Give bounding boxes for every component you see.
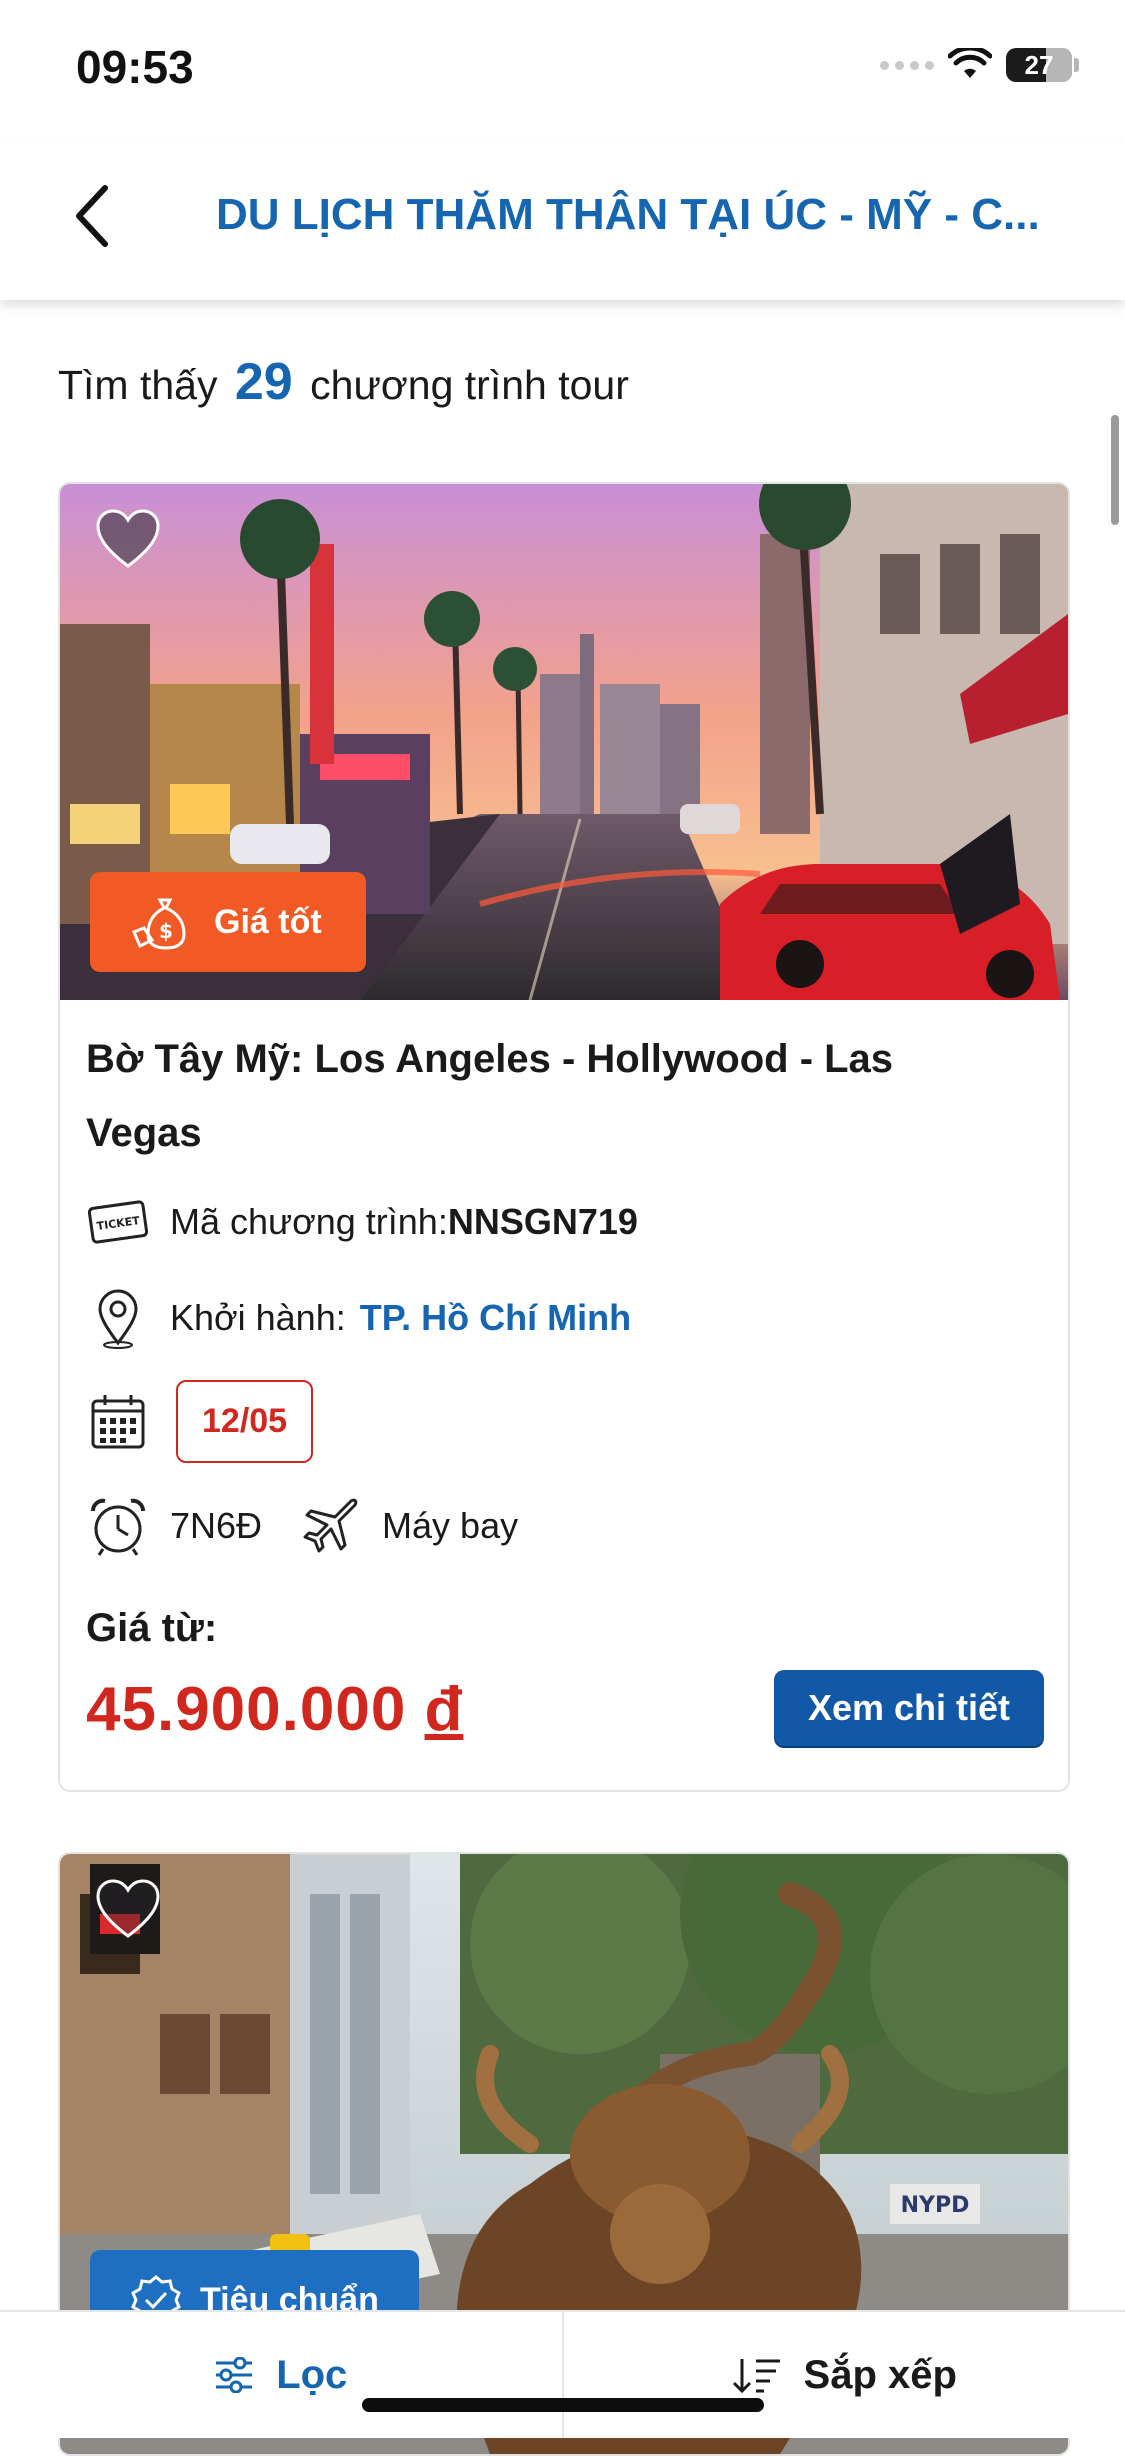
- status-time: 09:53: [76, 40, 194, 94]
- wifi-icon: [948, 48, 992, 82]
- results-summary: Tìm thấy 29 chương trình tour: [58, 352, 629, 412]
- top-nav-bar: DU LỊCH THĂM THÂN TẠI ÚC - MỸ - C...: [0, 140, 1125, 300]
- price-amount: 45.900.000: [86, 1675, 406, 1744]
- departure-row: Khởi hành: TP. Hồ Chí Minh: [86, 1286, 631, 1350]
- calendar-icon: [89, 1393, 147, 1451]
- tour-card[interactable]: $ Giá tốt Bờ Tây Mỹ: Los Angeles - Holly…: [58, 482, 1070, 1792]
- status-bar: 09:53 27: [0, 0, 1125, 140]
- alarm-clock-icon: [87, 1495, 149, 1557]
- filter-button[interactable]: Lọc: [0, 2312, 564, 2438]
- sort-label: Sắp xếp: [804, 2353, 957, 2398]
- sort-button[interactable]: Sắp xếp: [564, 2312, 1125, 2438]
- departure-city: TP. Hồ Chí Minh: [360, 1297, 631, 1339]
- departure-label: Khởi hành:: [170, 1297, 346, 1339]
- price-label: Giá từ:: [86, 1606, 217, 1651]
- badge-label: Giá tốt: [214, 903, 322, 942]
- tour-code-label: Mã chương trình:: [170, 1201, 448, 1243]
- filter-sliders-icon: [214, 2357, 254, 2393]
- location-pin-icon: [92, 1287, 144, 1349]
- favorite-heart-icon[interactable]: [94, 1878, 162, 1942]
- cellular-signal-icon: [880, 61, 934, 70]
- battery-icon: 27: [1006, 48, 1072, 82]
- results-suffix: chương trình tour: [310, 362, 629, 408]
- status-icons: 27: [880, 48, 1079, 82]
- page-title: DU LỊCH THĂM THÂN TẠI ÚC - MỸ - C...: [216, 190, 1076, 240]
- results-prefix: Tìm thấy: [58, 362, 217, 408]
- back-button[interactable]: [56, 176, 126, 256]
- ticket-icon: TICKET: [87, 1195, 149, 1249]
- home-indicator[interactable]: [362, 2398, 764, 2412]
- sort-icon: [732, 2355, 782, 2395]
- view-details-button[interactable]: Xem chi tiết: [774, 1670, 1044, 1746]
- svg-text:TICKET: TICKET: [96, 1214, 141, 1233]
- results-count: 29: [235, 353, 293, 411]
- tour-price: 45.900.000 đ: [86, 1674, 463, 1745]
- tour-code-row: TICKET Mã chương trình: NNSGN719: [86, 1190, 638, 1254]
- departure-date-chip[interactable]: 12/05: [176, 1380, 313, 1463]
- chevron-left-icon: [71, 184, 111, 248]
- favorite-heart-icon[interactable]: [94, 508, 162, 572]
- airplane-icon: [299, 1495, 361, 1557]
- transport-value: Máy bay: [382, 1505, 518, 1547]
- battery-level: 27: [1025, 50, 1054, 81]
- duration-transport-row: 7N6Đ Máy bay: [86, 1494, 518, 1558]
- scroll-indicator[interactable]: [1111, 415, 1119, 525]
- svg-text:$: $: [159, 919, 173, 943]
- filter-label: Lọc: [276, 2353, 347, 2398]
- svg-text:NYPD: NYPD: [901, 2193, 970, 2218]
- price-currency: đ: [425, 1675, 464, 1744]
- tour-code-value: NNSGN719: [448, 1201, 638, 1243]
- tour-title[interactable]: Bờ Tây Mỹ: Los Angeles - Hollywood - Las…: [86, 1022, 1016, 1170]
- date-row: 12/05: [86, 1380, 313, 1463]
- duration-value: 7N6Đ: [170, 1505, 262, 1547]
- best-price-badge: $ Giá tốt: [90, 872, 366, 972]
- money-bag-icon: $: [130, 892, 196, 952]
- tour-image[interactable]: $ Giá tốt: [60, 484, 1068, 1000]
- bottom-action-bar: Lọc Sắp xếp: [0, 2310, 1125, 2438]
